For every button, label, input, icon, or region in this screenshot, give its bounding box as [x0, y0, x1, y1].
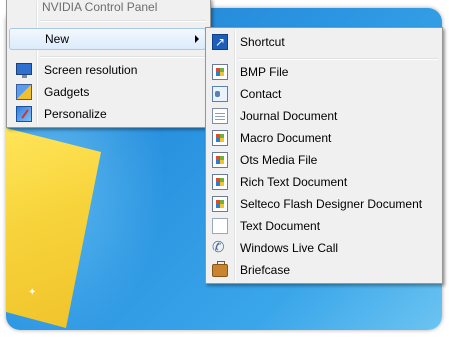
menu-item-gadgets[interactable]: Gadgets	[9, 81, 206, 103]
monitor-icon	[16, 63, 32, 78]
menu-item-label: Text Document	[240, 219, 321, 233]
submenu-item-briefcase[interactable]: Briefcase	[208, 259, 438, 281]
menu-item-label: Shortcut	[240, 35, 285, 49]
new-submenu: Shortcut BMP File Contact Journal Docume…	[205, 27, 443, 284]
submenu-item-windows-live-call[interactable]: Windows Live Call	[208, 237, 438, 259]
sparkle-icon: ✦	[28, 287, 37, 298]
text-document-icon	[212, 218, 228, 234]
desktop-context-menu: NVIDIA Control Panel New Screen resoluti…	[6, 0, 211, 128]
menu-item-label: NVIDIA Control Panel	[42, 0, 158, 14]
contact-icon	[212, 86, 228, 102]
submenu-item-ots-media-file[interactable]: Ots Media File	[208, 149, 438, 171]
macro-document-icon	[212, 130, 228, 146]
menu-item-label: Ots Media File	[240, 153, 318, 167]
menu-item-label: New	[45, 32, 70, 46]
journal-document-icon	[212, 108, 228, 124]
gadgets-icon	[16, 84, 32, 100]
windows-live-call-icon	[212, 237, 228, 259]
submenu-item-shortcut[interactable]: Shortcut	[208, 31, 438, 53]
menu-item-label: BMP File	[240, 65, 289, 79]
menu-item-label: Selteco Flash Designer Document	[240, 197, 423, 211]
submenu-item-flash-designer-document[interactable]: Selteco Flash Designer Document	[208, 193, 438, 215]
submenu-item-rich-text-document[interactable]: Rich Text Document	[208, 171, 438, 193]
personalize-icon	[16, 106, 32, 122]
flash-designer-document-icon	[212, 196, 228, 212]
menu-item-nvidia-control-panel[interactable]: NVIDIA Control Panel	[9, 0, 206, 15]
menu-item-label: Windows Live Call	[240, 241, 339, 255]
menu-item-screen-resolution[interactable]: Screen resolution	[9, 59, 206, 81]
menu-item-label: Gadgets	[44, 85, 90, 99]
menu-item-label: Macro Document	[240, 131, 332, 145]
rich-text-document-icon	[212, 174, 228, 190]
menu-item-label: Contact	[240, 87, 282, 101]
submenu-item-text-document[interactable]: Text Document	[208, 215, 438, 237]
briefcase-icon	[212, 261, 228, 277]
bmp-file-icon	[212, 64, 228, 80]
submenu-item-bmp-file[interactable]: BMP File	[208, 61, 438, 83]
ots-media-file-icon	[212, 152, 228, 168]
menu-item-label: Rich Text Document	[240, 175, 348, 189]
shortcut-icon	[212, 31, 228, 53]
submenu-item-contact[interactable]: Contact	[208, 83, 438, 105]
menu-item-label: Briefcase	[240, 263, 291, 277]
submenu-item-journal-document[interactable]: Journal Document	[208, 105, 438, 127]
menu-item-new[interactable]: New	[9, 28, 206, 50]
menu-item-personalize[interactable]: Personalize	[9, 103, 206, 125]
menu-item-label: Journal Document	[240, 109, 338, 123]
menu-item-label: Screen resolution	[44, 63, 138, 77]
submenu-item-macro-document[interactable]: Macro Document	[208, 127, 438, 149]
submenu-arrow-icon	[195, 35, 199, 43]
menu-item-label: Personalize	[44, 107, 107, 121]
